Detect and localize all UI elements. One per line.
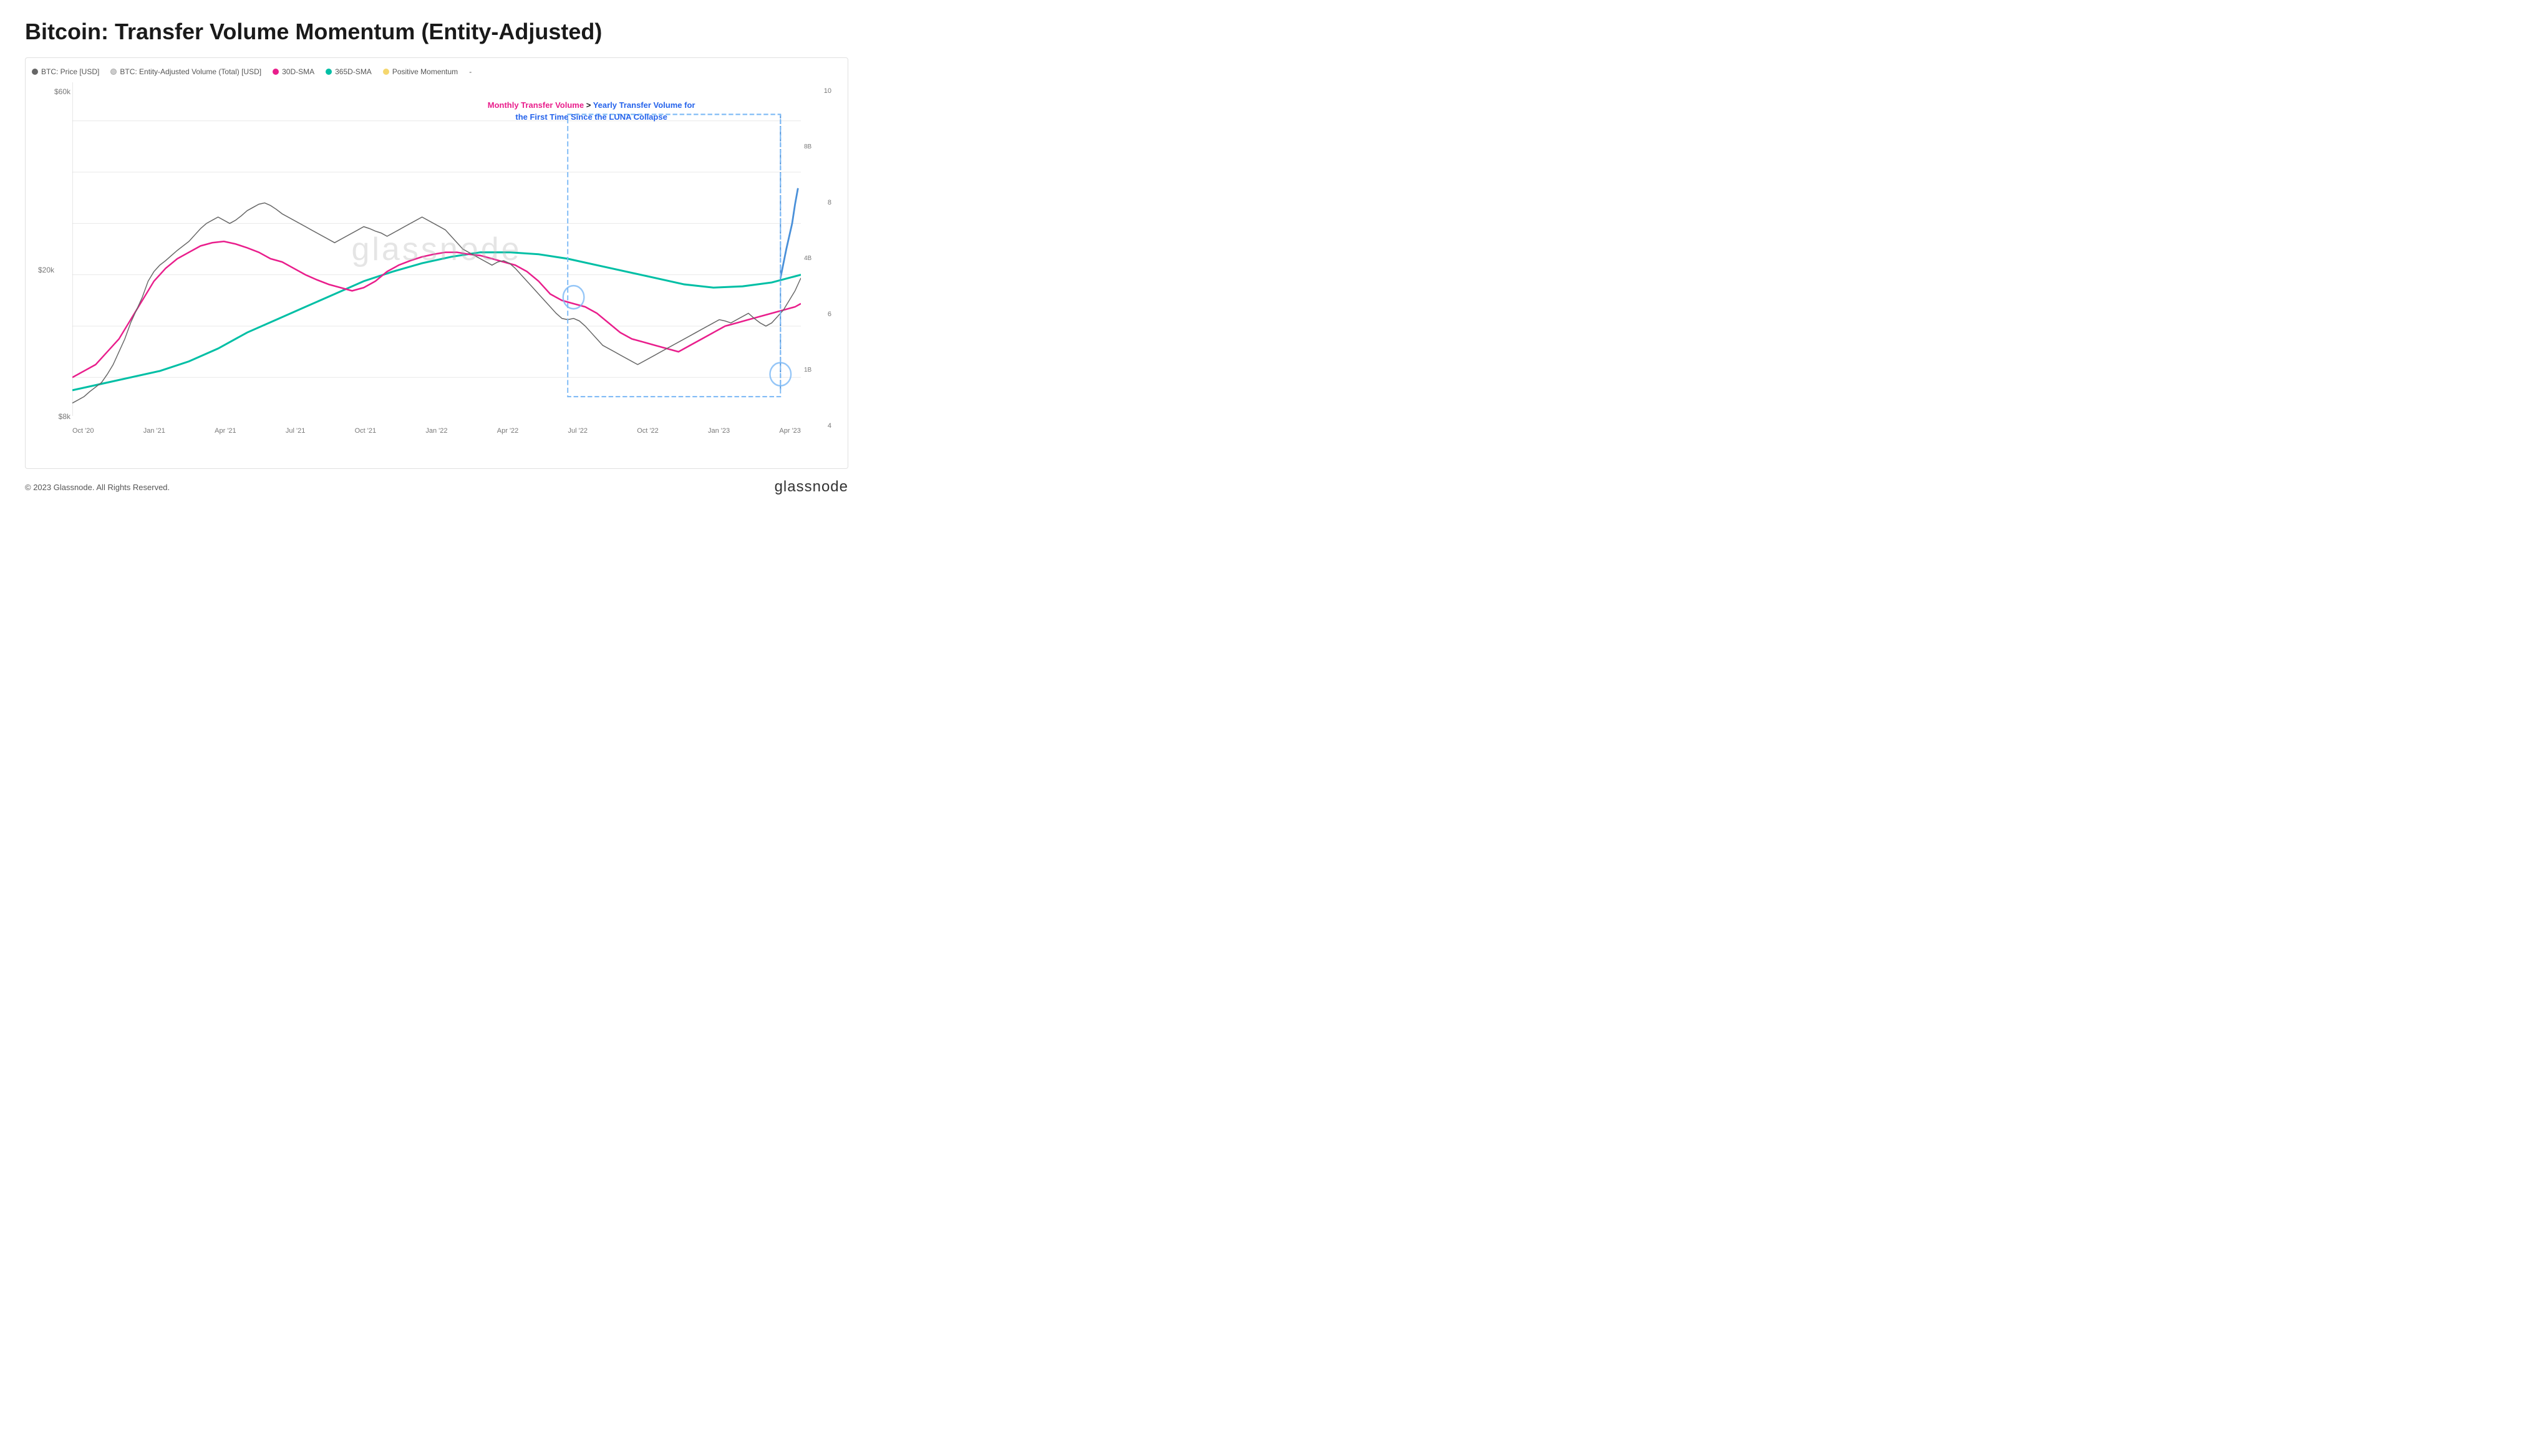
legend-positive-momentum: Positive Momentum <box>383 67 458 76</box>
legend-btc-volume-label: BTC: Entity-Adjusted Volume (Total) [USD… <box>120 67 261 76</box>
y-right-8b: 8B <box>804 143 834 150</box>
y-left-20k: $20k <box>38 266 54 274</box>
legend-btc-price-label: BTC: Price [USD] <box>41 67 99 76</box>
legend-btc-volume: BTC: Entity-Adjusted Volume (Total) [USD… <box>110 67 261 76</box>
y-right-10: 10 <box>804 87 834 95</box>
y-left-60k: $60k <box>38 87 70 96</box>
main-chart-svg <box>72 82 801 416</box>
x-label-jan23: Jan '23 <box>708 427 730 435</box>
x-label-apr23: Apr '23 <box>779 427 801 435</box>
legend-30d-sma: 30D-SMA <box>273 67 314 76</box>
x-label-jul22: Jul '22 <box>568 427 588 435</box>
legend-dash-label: - <box>469 67 472 76</box>
x-label-jul21: Jul '21 <box>286 427 305 435</box>
x-label-oct21: Oct '21 <box>355 427 377 435</box>
y-right-6: 6 <box>804 311 834 318</box>
x-label-jan22: Jan '22 <box>425 427 447 435</box>
y-right-1b: 1B <box>804 367 834 374</box>
x-label-apr22: Apr '22 <box>497 427 519 435</box>
footer-logo: glassnode <box>775 478 848 496</box>
x-label-apr21: Apr '21 <box>215 427 236 435</box>
chart-container: BTC: Price [USD] BTC: Entity-Adjusted Vo… <box>25 57 848 469</box>
x-label-oct22: Oct '22 <box>637 427 659 435</box>
chart-legend: BTC: Price [USD] BTC: Entity-Adjusted Vo… <box>32 67 841 76</box>
legend-btc-price: BTC: Price [USD] <box>32 67 99 76</box>
x-label-jan21: Jan '21 <box>143 427 165 435</box>
y-right-4: 4 <box>804 422 834 430</box>
y-right-4b: 4B <box>804 255 834 262</box>
footer: © 2023 Glassnode. All Rights Reserved. g… <box>25 478 848 496</box>
x-label-oct20: Oct '20 <box>72 427 94 435</box>
legend-365d-sma: 365D-SMA <box>326 67 372 76</box>
legend-30d-sma-label: 30D-SMA <box>282 67 314 76</box>
legend-positive-momentum-label: Positive Momentum <box>392 67 458 76</box>
legend-365d-sma-label: 365D-SMA <box>335 67 372 76</box>
y-left-8k: $8k <box>59 412 70 421</box>
y-right-8: 8 <box>804 199 834 206</box>
page-title: Bitcoin: Transfer Volume Momentum (Entit… <box>25 19 848 45</box>
footer-copyright: © 2023 Glassnode. All Rights Reserved. <box>25 483 170 492</box>
legend-dash: - <box>469 67 472 76</box>
